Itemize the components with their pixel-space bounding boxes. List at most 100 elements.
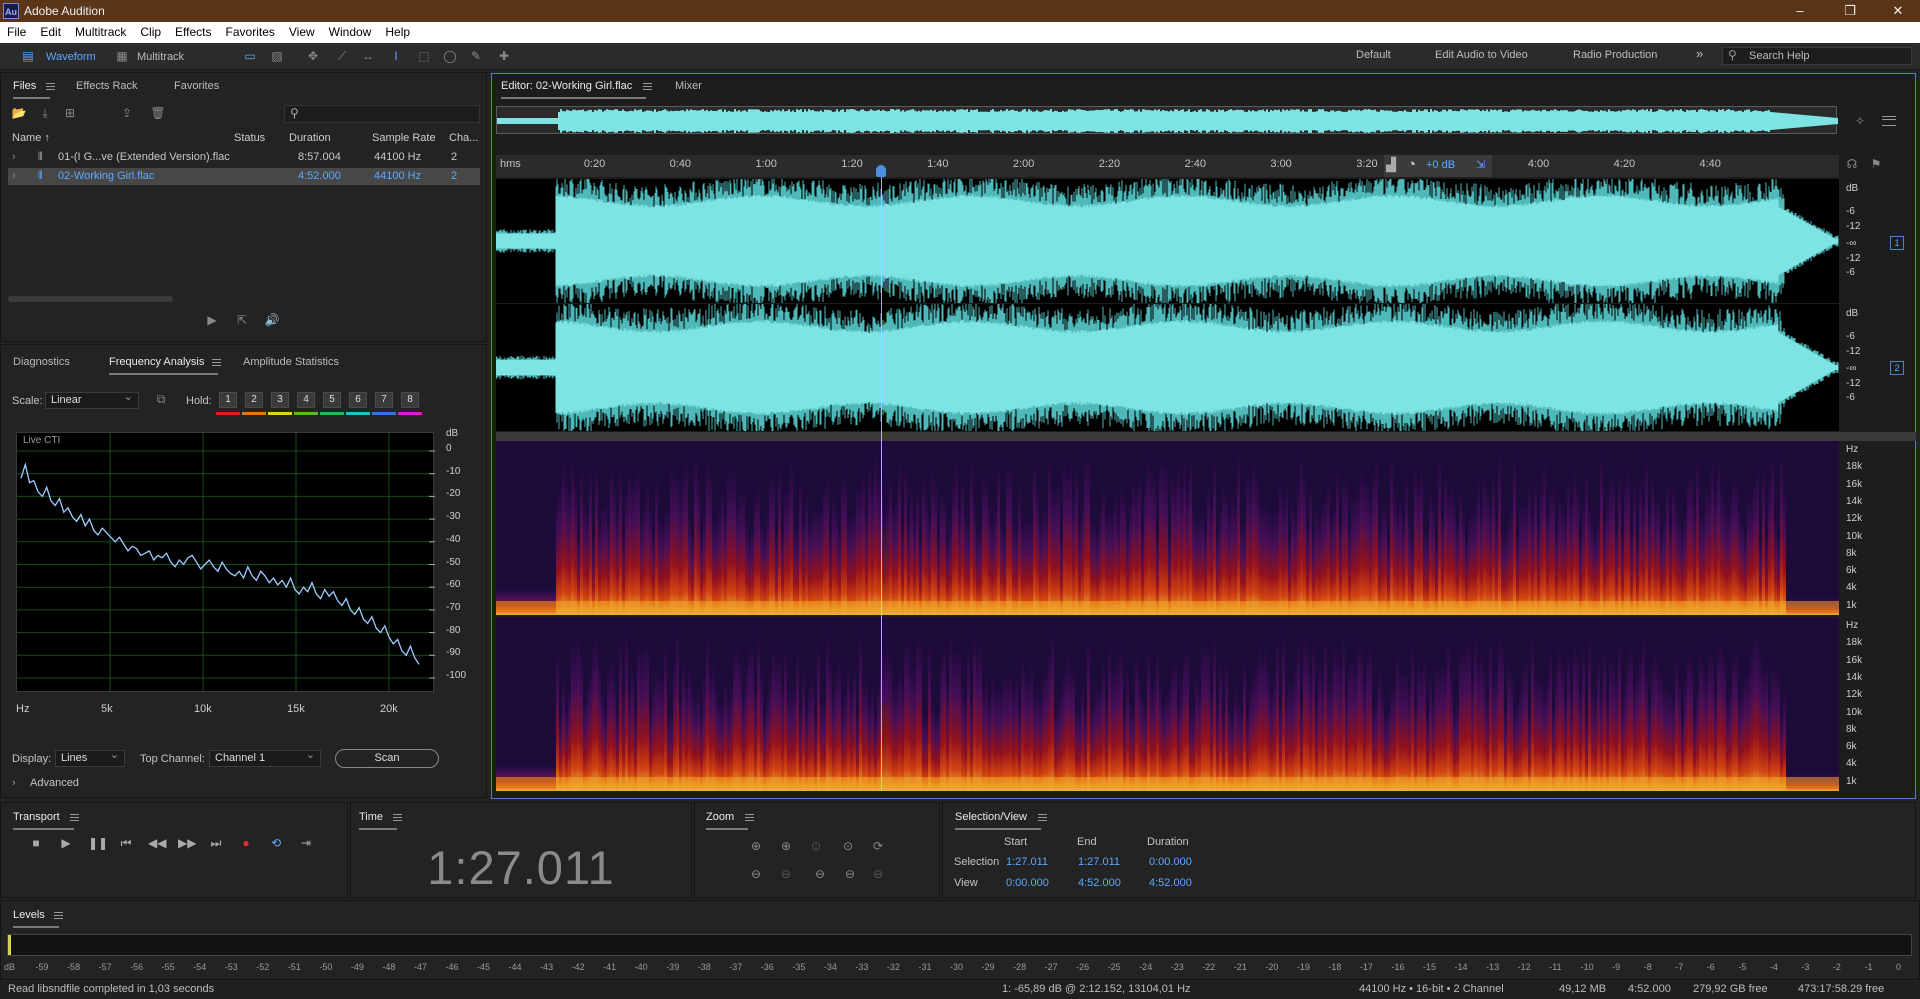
file-channels: 2 [451, 151, 458, 163]
tab-frequency-analysis[interactable]: Frequency Analysis [109, 356, 219, 375]
hud-gain-control[interactable]: ▟ ◔ +0 dB ⇲ [1384, 155, 1492, 177]
top-channel-dropdown[interactable]: Channel 1 [209, 748, 321, 767]
col-duration[interactable]: Duration [289, 132, 331, 144]
app-logo-icon: Au [3, 3, 19, 19]
frequency-analysis-plot[interactable]: Live CTI [16, 432, 435, 693]
file-duration: 4:52.000 [298, 170, 341, 182]
file-name: 02-Working Girl.flac [58, 170, 155, 182]
col-status[interactable]: Status [234, 132, 265, 144]
file-duration: 8:57.004 [298, 151, 341, 163]
preview-play-icon[interactable]: ▶ [204, 313, 220, 327]
waveform-display-icon[interactable]: ▭ [242, 49, 258, 63]
waveform-graph-2 [496, 304, 1839, 431]
lasso-tool-icon[interactable]: ◯ [442, 49, 458, 63]
display-label: Display: [12, 753, 52, 765]
waveform-button[interactable]: Waveform [46, 48, 96, 66]
multitrack-view-icon: ▦ [116, 49, 128, 63]
waveform-channel-2[interactable] [496, 304, 1839, 431]
spectral-display-icon[interactable]: ▨ [269, 49, 285, 63]
waveform-graph-1 [496, 179, 1839, 303]
scale-label: Scale: [12, 395, 43, 407]
files-menu-icon[interactable] [46, 83, 55, 90]
delete-file-icon[interactable]: 🗑 [150, 106, 166, 120]
menu-edit[interactable]: Edit [33, 22, 68, 39]
new-file-icon[interactable]: ⊞ [62, 106, 78, 120]
editor-menu-icon[interactable] [643, 83, 652, 90]
menu-window[interactable]: Window [322, 22, 379, 39]
open-file-icon[interactable]: 📂 [11, 106, 27, 120]
workspace-default[interactable]: Default [1356, 49, 1391, 61]
advanced-toggle[interactable]: Advanced [30, 777, 79, 789]
levels-icon: ▟ [1386, 157, 1396, 172]
files-scrollbar[interactable] [8, 296, 173, 302]
tab-editor[interactable]: Editor: 02-Working Girl.flac [501, 80, 647, 99]
file-row[interactable]: › ⫴ 01-(I G...ve (Extended Version).flac… [8, 149, 480, 166]
menu-favorites[interactable]: Favorites [219, 22, 282, 39]
scan-button[interactable]: Scan [335, 749, 439, 768]
ruler-headphones-icon[interactable]: ☊ [1844, 157, 1860, 171]
workspace-radio-production[interactable]: Radio Production [1573, 49, 1657, 61]
gain-knob-icon[interactable]: ◔ [1407, 156, 1416, 173]
time-selection-tool-icon[interactable]: I [388, 49, 404, 63]
col-name[interactable]: Name ↑ [12, 132, 50, 144]
marquee-tool-icon[interactable]: ⬚ [416, 49, 432, 63]
preview-export-icon[interactable]: ⇱ [234, 313, 250, 327]
import-file-icon[interactable]: ⤓ [37, 106, 53, 120]
advanced-chevron-icon[interactable]: › [12, 777, 16, 789]
zoom-out-full-icon[interactable]: ✧ [1852, 114, 1868, 128]
copy-graph-icon[interactable]: ⧉ [153, 392, 169, 406]
ruler-marker-icon[interactable]: ⚑ [1868, 157, 1884, 171]
files-search-icon: ⚲ [290, 106, 299, 120]
frequency-spectrum-graph [17, 433, 435, 693]
search-help-input[interactable]: Search Help [1722, 47, 1912, 65]
menu-clip[interactable]: Clip [133, 22, 168, 39]
scale-dropdown[interactable]: Linear [45, 390, 139, 409]
minimize-button[interactable]: – [1780, 2, 1820, 20]
col-sample-rate[interactable]: Sample Rate [372, 132, 436, 144]
files-search-input[interactable] [284, 105, 480, 123]
menu-effects[interactable]: Effects [168, 22, 218, 39]
move-tool-icon[interactable]: ✥ [305, 49, 321, 63]
spot-healing-tool-icon[interactable]: ✚ [496, 49, 512, 63]
maximize-button[interactable]: ❐ [1830, 2, 1870, 20]
waveform-channel-1[interactable] [496, 179, 1839, 303]
gain-value[interactable]: +0 dB [1426, 159, 1455, 171]
menu-file[interactable]: File [0, 22, 33, 39]
file-channels: 2 [451, 170, 458, 182]
tab-amplitude-statistics[interactable]: Amplitude Statistics [243, 356, 339, 368]
tab-files[interactable]: Files [13, 80, 51, 99]
display-dropdown[interactable]: Lines [55, 748, 125, 767]
preview-volume-icon[interactable]: 🔊 [264, 313, 280, 327]
overview-navigator[interactable] [496, 106, 1838, 134]
frequency-analysis-menu-icon[interactable] [212, 359, 221, 366]
menu-help[interactable]: Help [378, 22, 417, 39]
file-row-selected[interactable]: › ⫴ 02-Working Girl.flac 4:52.000 44100 … [8, 168, 480, 185]
editor-options-icon[interactable] [1882, 116, 1896, 126]
slip-tool-icon[interactable]: ↔ [360, 49, 376, 63]
workspace-edit-audio-to-video[interactable]: Edit Audio to Video [1435, 49, 1528, 61]
pin-hud-icon[interactable]: ⇲ [1476, 158, 1485, 171]
waveform-view-icon: ▤ [22, 49, 34, 63]
multitrack-button[interactable]: Multitrack [137, 48, 184, 66]
menu-view[interactable]: View [282, 22, 322, 39]
insert-multitrack-icon[interactable]: ⇪ [119, 106, 135, 120]
expand-chevron-icon[interactable]: › [12, 151, 16, 163]
col-channels[interactable]: Cha... [449, 132, 478, 144]
menu-multitrack[interactable]: Multitrack [68, 22, 133, 39]
time-ruler[interactable]: hms [496, 155, 1839, 177]
tab-diagnostics[interactable]: Diagnostics [13, 356, 70, 368]
more-workspaces-button[interactable]: » [1696, 46, 1703, 61]
tab-favorites[interactable]: Favorites [174, 80, 219, 92]
razor-tool-icon[interactable]: ⟋ [334, 49, 350, 63]
ruler-unit-label: hms [500, 158, 521, 170]
tab-effects-rack[interactable]: Effects Rack [76, 80, 138, 92]
hold-label: Hold: [186, 395, 212, 407]
toolbar: ▤ Waveform ▦ Multitrack ▭ ▨ ✥ ⟋ ↔ I ⬚ ◯ … [0, 43, 1920, 70]
top-channel-label: Top Channel: [140, 753, 205, 765]
live-cti-label: Live CTI [23, 435, 61, 446]
tab-mixer[interactable]: Mixer [675, 80, 702, 92]
expand-chevron-icon[interactable]: › [12, 170, 16, 182]
brush-tool-icon[interactable]: ✎ [468, 49, 484, 63]
close-window-button[interactable]: ✕ [1878, 2, 1918, 20]
menu-bar: File Edit Multitrack Clip Effects Favorites Vi… [0, 22, 1920, 43]
